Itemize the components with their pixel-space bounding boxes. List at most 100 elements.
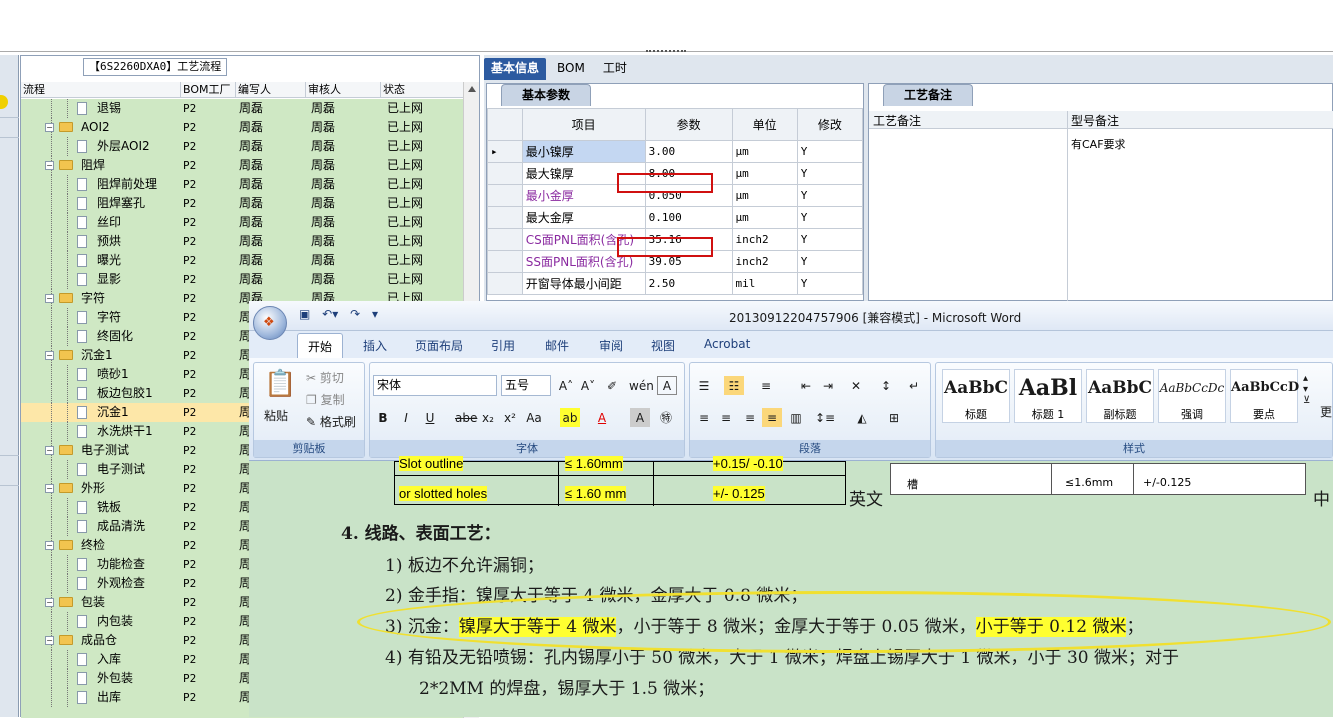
param-unit[interactable]: μm [731,206,798,229]
expand-toggle-icon[interactable]: − [45,123,54,132]
expand-toggle-icon[interactable]: − [45,446,54,455]
tree-row[interactable]: 退锡 P2 周磊 周磊 已上网 [21,99,466,118]
params-row[interactable]: ▸ 最小镍厚 3.00 μm Y [487,140,864,163]
tree-row[interactable]: − 阻焊 P2 周磊 周磊 已上网 [21,156,466,175]
tab-review[interactable]: 审阅 [599,337,623,354]
tab-labor-hours[interactable]: 工时 [596,58,634,80]
show-marks-icon[interactable]: ↵ [904,376,924,395]
style-heading-1[interactable]: AaBl 标题 1 [1014,369,1082,423]
align-center-icon[interactable]: ≡ [716,408,736,427]
column-header[interactable]: 状态 [381,82,466,97]
tree-row[interactable]: 阻焊前处理 P2 周磊 周磊 已上网 [21,175,466,194]
justify-icon[interactable]: ≡ [762,408,782,427]
tree-row[interactable]: 预烘 P2 周磊 周磊 已上网 [21,232,466,251]
italic-icon[interactable]: I [396,408,416,427]
tab-mailings[interactable]: 邮件 [545,337,569,354]
tab-insert[interactable]: 插入 [363,337,387,354]
params-row[interactable]: 开窗导体最小间距 2.50 mil Y [487,272,864,295]
increase-indent-icon[interactable]: ⇥ [818,376,838,395]
expand-toggle-icon[interactable]: − [45,484,54,493]
paste-icon[interactable]: 📋 [264,369,296,399]
clear-format-icon[interactable]: ✐ [602,376,622,395]
column-header[interactable]: 审核人 [306,82,381,97]
column-header[interactable]: 修改 [796,108,864,141]
column-header[interactable]: 流程 [21,82,181,97]
shading-icon[interactable]: ◭ [852,408,872,427]
enclose-char-icon[interactable]: ㊕ [656,408,676,427]
tree-row[interactable]: 显影 P2 周磊 周磊 已上网 [21,270,466,289]
underline-icon[interactable]: U [420,408,440,427]
column-header[interactable]: 参数 [644,108,733,141]
format-painter-button[interactable]: ✎ 格式刷 [306,413,356,430]
model-note-value[interactable]: 有CAF要求 [1071,136,1126,152]
tab-basic-params[interactable]: 基本参数 [501,84,592,106]
distribute-icon[interactable]: ▥ [786,408,806,427]
subscript-icon[interactable]: x₂ [478,408,498,427]
expand-toggle-icon[interactable]: − [45,636,54,645]
font-color-icon[interactable]: A [592,408,612,427]
style-emphasis[interactable]: AaBbCcDc 强调 [1158,369,1226,423]
tree-row[interactable]: 丝印 P2 周磊 周磊 已上网 [21,213,466,232]
tab-home[interactable]: 开始 [297,333,344,359]
strikethrough-icon[interactable]: abe [454,408,477,427]
shrink-font-icon[interactable]: A˅ [578,376,598,395]
expand-toggle-icon[interactable]: − [45,294,54,303]
param-item[interactable]: 开窗导体最小间距 [521,272,646,295]
param-item[interactable]: 最大金厚 [521,206,646,229]
param-unit[interactable]: mil [731,272,798,295]
tab-view[interactable]: 视图 [651,337,675,354]
document-body[interactable]: Slot outline ≤ 1.60mm +0.15/ -0.10 or sl… [249,456,1333,717]
param-modify[interactable]: Y [796,206,864,229]
column-header[interactable]: 单位 [731,108,798,141]
style-title[interactable]: AaBbC 标题 [942,369,1010,423]
copy-button[interactable]: ❐ 复制 [306,391,345,408]
param-unit[interactable]: μm [731,162,798,185]
param-unit[interactable]: μm [731,140,798,163]
styles-scroll-icon[interactable]: ▴ ▾ ⊻ [1303,373,1310,406]
param-modify[interactable]: Y [796,228,864,251]
align-left-icon[interactable]: ≡ [694,408,714,427]
param-modify[interactable]: Y [796,272,864,295]
column-header[interactable]: BOM工厂 [181,82,236,97]
font-name-box[interactable]: 宋体 [373,375,497,396]
style-subtitle[interactable]: AaBbC 副标题 [1086,369,1154,423]
decrease-indent-icon[interactable]: ⇤ [796,376,816,395]
splitter-grip[interactable] [646,50,686,54]
tab-basic-info[interactable]: 基本信息 [484,58,547,80]
superscript-icon[interactable]: x² [500,408,520,427]
row-header[interactable]: ▸ [487,140,523,163]
tab-page-layout[interactable]: 页面布局 [415,337,463,354]
multilevel-list-icon[interactable]: ≡ [756,376,776,395]
param-modify[interactable]: Y [796,140,864,163]
tree-row[interactable]: 外层AOI2 P2 周磊 周磊 已上网 [21,137,466,156]
param-unit[interactable]: μm [731,184,798,207]
phonetic-icon[interactable]: wén [628,376,654,395]
change-case-icon[interactable]: Aa [524,408,544,427]
borders-icon[interactable]: ⊞ [884,408,904,427]
grow-font-icon[interactable]: A˄ [556,376,576,395]
param-unit[interactable]: inch2 [731,228,798,251]
paste-button[interactable]: 粘贴 [264,407,288,424]
undo-icon[interactable]: ↶▾ [322,307,338,321]
column-header[interactable]: 编写人 [236,82,306,97]
expand-toggle-icon[interactable]: − [45,351,54,360]
tree-row[interactable]: 曝光 P2 周磊 周磊 已上网 [21,251,466,270]
expand-toggle-icon[interactable]: − [45,541,54,550]
save-icon[interactable]: ▣ [299,307,310,321]
row-header[interactable] [487,272,523,295]
customize-icon[interactable]: ▾ [372,307,378,321]
sort-icon[interactable]: ↕ [876,376,896,395]
asian-layout-icon[interactable]: ✕ [846,376,866,395]
row-header[interactable] [487,184,523,207]
style-strong[interactable]: AaBbCcD 要点 [1230,369,1299,423]
tab-bom[interactable]: BOM [550,58,592,80]
tree-row[interactable]: − AOI2 P2 周磊 周磊 已上网 [21,118,466,137]
scroll-up-arrow-icon[interactable] [468,86,476,92]
row-header[interactable] [487,206,523,229]
column-header[interactable]: 项目 [521,108,646,141]
bold-icon[interactable]: B [373,408,393,427]
line-spacing-icon[interactable]: ↕≡ [814,408,835,427]
tab-references[interactable]: 引用 [491,337,515,354]
font-size-box[interactable]: 五号 [501,375,551,396]
tree-row[interactable]: 阻焊塞孔 P2 周磊 周磊 已上网 [21,194,466,213]
